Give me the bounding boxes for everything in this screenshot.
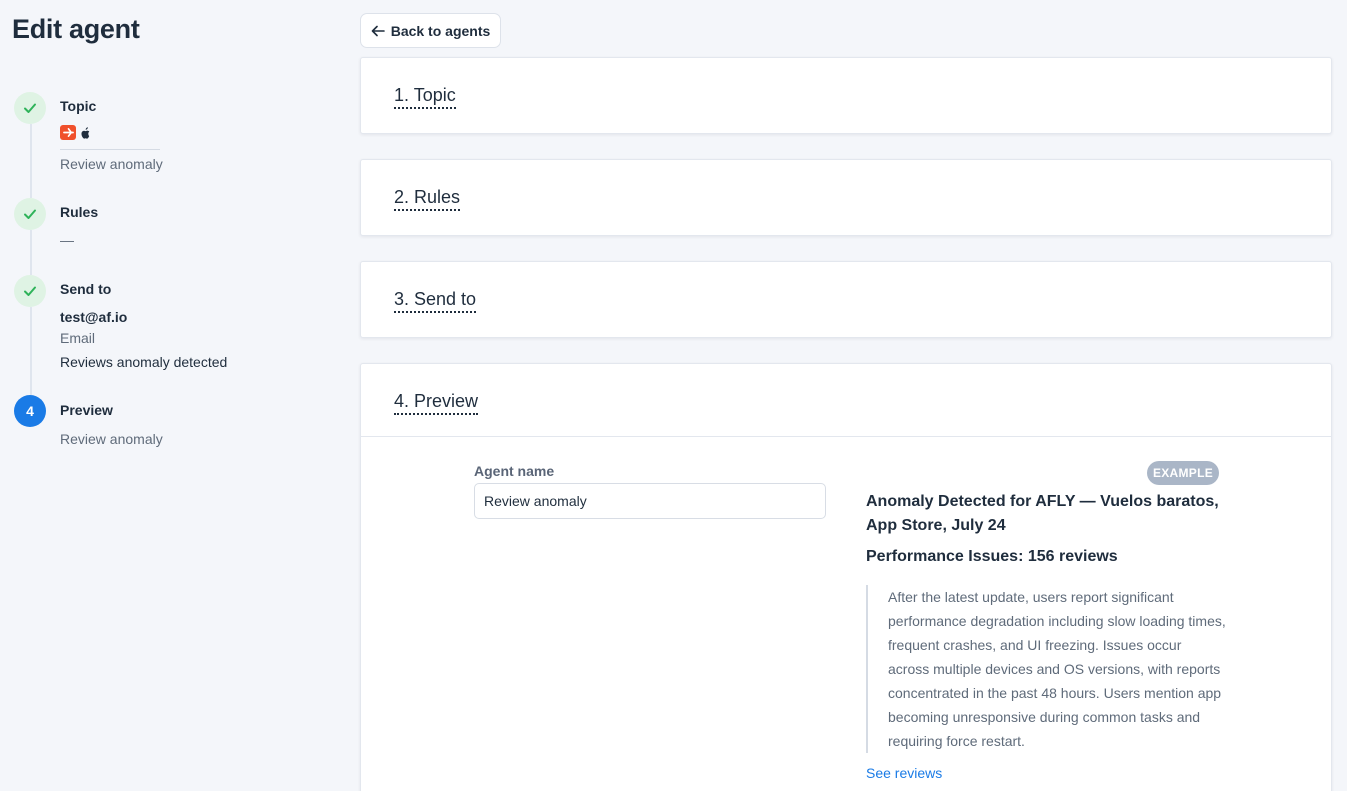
step-done-indicator — [14, 198, 46, 230]
plane-app-icon — [60, 125, 76, 140]
section-send-to: 3. Send to — [360, 261, 1332, 338]
topic-divider — [60, 149, 160, 150]
step-title-preview[interactable]: Preview — [60, 402, 113, 418]
step-done-indicator — [14, 92, 46, 124]
back-to-agents-button[interactable]: Back to agents — [360, 13, 501, 48]
topic-app-icons — [60, 125, 90, 140]
step-title-topic[interactable]: Topic — [60, 98, 96, 114]
step-connector — [30, 124, 32, 198]
section-title-send-to[interactable]: 3. Send to — [394, 288, 477, 313]
step-subtitle-topic: Review anomaly — [60, 156, 163, 172]
agent-name-label: Agent name — [474, 463, 555, 479]
section-preview: 4. Preview Agent name EXAMPLE Anomaly De… — [360, 363, 1332, 791]
page-title: Edit agent — [12, 14, 140, 44]
step-done-indicator — [14, 275, 46, 307]
step-active-indicator: 4 — [14, 395, 46, 427]
section-title-topic[interactable]: 1. Topic — [394, 84, 456, 109]
notification-event: Reviews anomaly detected — [60, 354, 228, 370]
sidebar: Edit agent Topic Review anomaly Rules — — [0, 0, 340, 791]
checkmark-icon — [24, 286, 36, 296]
see-reviews-link[interactable]: See reviews — [866, 765, 942, 781]
arrow-left-icon — [371, 25, 385, 36]
section-title-rules[interactable]: 2. Rules — [394, 186, 461, 211]
preview-heading: Anomaly Detected for AFLY — Vuelos barat… — [866, 493, 1219, 534]
back-button-label: Back to agents — [390, 22, 491, 39]
step-subtitle-preview: Review anomaly — [60, 431, 163, 447]
step-title-rules[interactable]: Rules — [60, 204, 98, 220]
recipient-email: test@af.io — [60, 309, 128, 325]
preview-subheading: Performance Issues: 156 reviews — [866, 548, 1118, 565]
section-rules: 2. Rules — [360, 159, 1332, 236]
step-connector — [30, 307, 32, 395]
step-subtitle-rules: — — [60, 232, 74, 248]
agent-name-input[interactable] — [474, 483, 826, 519]
step-title-send-to[interactable]: Send to — [60, 281, 111, 297]
section-title-preview[interactable]: 4. Preview — [394, 390, 479, 415]
example-badge: EXAMPLE — [1147, 461, 1219, 485]
checkmark-icon — [24, 209, 36, 219]
section-divider — [361, 436, 1331, 437]
step-connector — [30, 230, 32, 275]
apple-icon — [81, 126, 90, 139]
checkmark-icon — [24, 103, 36, 113]
recipient-channel: Email — [60, 330, 96, 346]
section-topic: 1. Topic — [360, 57, 1332, 134]
preview-body: After the latest update, users report si… — [866, 585, 1226, 753]
